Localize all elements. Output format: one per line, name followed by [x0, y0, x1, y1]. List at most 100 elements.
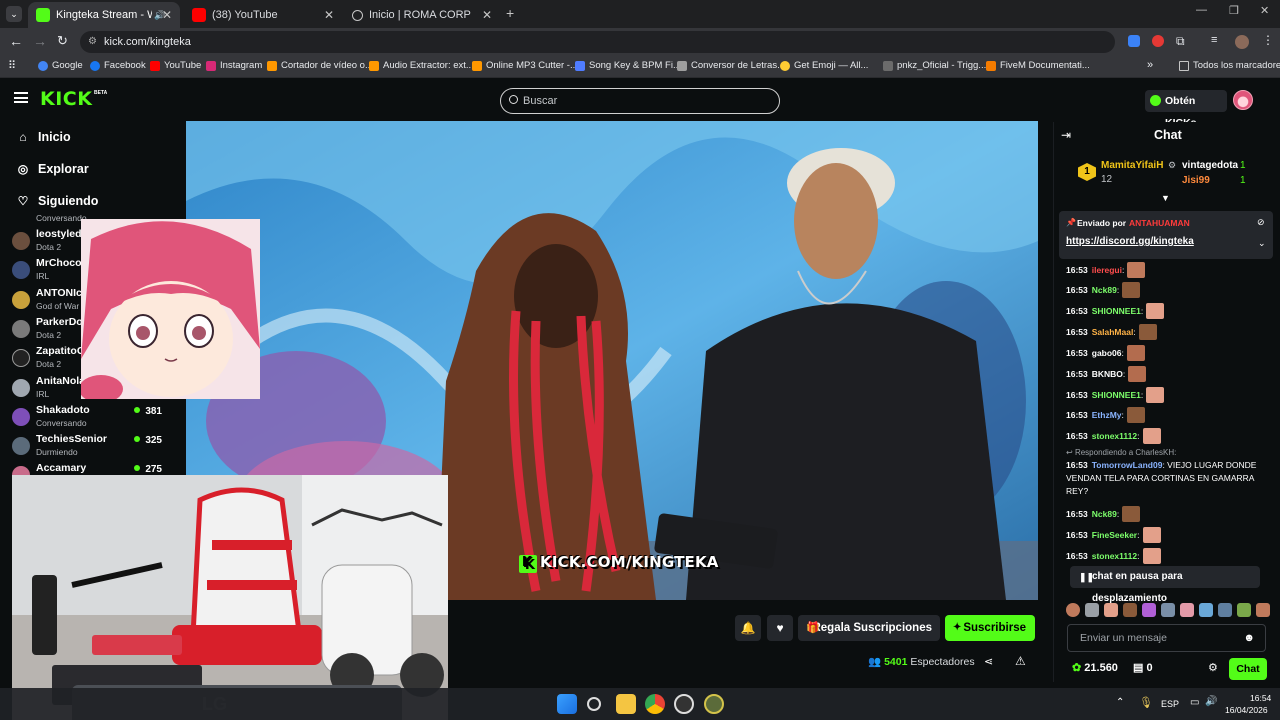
bookmark-fivem[interactable]: FiveM Documentati...	[986, 60, 1090, 71]
extension-icon[interactable]	[1152, 35, 1164, 47]
network-icon[interactable]: ▭	[1190, 697, 1199, 708]
report-icon[interactable]: ⚠	[1015, 654, 1026, 668]
all-bookmarks[interactable]: Todos los marcadores	[1179, 60, 1280, 71]
chat-username[interactable]: SHIONNEE1	[1092, 306, 1141, 316]
pinned-by-user[interactable]: ANTAHUAMAN	[1129, 218, 1190, 228]
get-kicks-button[interactable]: Obtén KICKs	[1145, 90, 1227, 129]
notification-bell-button[interactable]: 🔔	[735, 615, 761, 641]
user-avatar[interactable]	[1233, 90, 1253, 110]
back-icon[interactable]: ←	[9, 33, 23, 49]
follow-button[interactable]: ♥	[767, 615, 793, 641]
tab-roma-corp[interactable]: Inicio | ROMA CORP ✕	[344, 2, 500, 28]
leaderboard-third-name[interactable]: Jisi99	[1182, 175, 1210, 186]
chat-username[interactable]: SHIONNEE1	[1092, 390, 1141, 400]
chat-username[interactable]: EthzMy	[1092, 410, 1122, 420]
emote-icon[interactable]	[1066, 603, 1080, 617]
app-icon[interactable]	[704, 694, 724, 714]
apps-icon[interactable]: ⠿	[8, 59, 16, 72]
site-info-icon[interactable]: ⚙	[88, 31, 97, 53]
emote-icon[interactable]	[1085, 603, 1099, 617]
collapse-chat-icon[interactable]: ⇥	[1061, 128, 1071, 142]
tab-youtube[interactable]: (38) YouTube ✕	[184, 2, 342, 28]
file-explorer-icon[interactable]	[616, 694, 636, 714]
profile-avatar[interactable]	[1235, 35, 1249, 49]
close-window-button[interactable]: ✕	[1260, 4, 1269, 17]
chat-username[interactable]: ileregui	[1092, 265, 1122, 275]
chat-username[interactable]: TomorrowLand09	[1092, 460, 1163, 470]
language-indicator[interactable]: ESP	[1161, 699, 1179, 709]
nav-explore[interactable]: ◎ Explorar	[16, 162, 89, 176]
chat-username[interactable]: SalahMaal	[1092, 327, 1134, 337]
leaderboard-toggle-icon[interactable]: ▼	[1161, 193, 1170, 203]
emote-icon[interactable]	[1199, 603, 1213, 617]
menu-icon[interactable]: ⋮	[1262, 33, 1274, 47]
chrome-icon[interactable]	[645, 694, 665, 714]
windows-start-icon[interactable]	[557, 694, 577, 714]
chat-username[interactable]: FineSeeker	[1092, 530, 1137, 540]
chat-username[interactable]: stonex1112	[1092, 551, 1137, 561]
nav-home[interactable]: ⌂ Inicio	[16, 130, 70, 144]
channel-item[interactable]: Shakadoto Conversando 381	[12, 404, 162, 432]
chat-settings-icon[interactable]: ⚙	[1208, 661, 1218, 674]
obs-icon[interactable]	[674, 694, 694, 714]
emoji-picker-icon[interactable]: ☻	[1243, 625, 1255, 651]
bookmark-instagram[interactable]: Instagram	[206, 60, 262, 71]
puzzle-icon[interactable]: ⧉	[1176, 34, 1185, 49]
chat-paused-banner[interactable]: ❚❚ chat en pausa para desplazamiento	[1070, 566, 1260, 604]
bookmark-google[interactable]: Google	[38, 60, 83, 71]
bookmark-facebook[interactable]: Facebook	[90, 60, 146, 71]
reply-context[interactable]: ↩ Respondiendo a CharlesKH:	[1066, 446, 1270, 459]
pinned-link[interactable]: https://discord.gg/kingteka	[1066, 236, 1194, 247]
channel-item[interactable]: TechiesSenior Durmiendo 325	[12, 433, 162, 461]
subscribe-button[interactable]: ✦ Suscribirse	[945, 615, 1035, 641]
bookmark-song-key[interactable]: Song Key & BPM Fi...	[575, 60, 681, 71]
chat-send-button[interactable]: Chat	[1229, 658, 1267, 680]
close-tab-icon[interactable]: ✕	[324, 8, 334, 22]
tray-chevron-icon[interactable]: ⌃	[1116, 697, 1124, 708]
kicks-balance[interactable]: ✿ 21.560	[1072, 661, 1118, 674]
emote-icon[interactable]	[1256, 603, 1270, 617]
emote-icon[interactable]	[1142, 603, 1156, 617]
emote-icon[interactable]	[1180, 603, 1194, 617]
volume-icon[interactable]: 🔊	[1205, 696, 1217, 707]
hamburger-icon[interactable]	[14, 92, 28, 103]
tab-search-button[interactable]: ⌄	[6, 6, 22, 22]
minimize-button[interactable]: —	[1196, 4, 1207, 16]
bookmarks-more[interactable]: »	[1147, 59, 1153, 71]
hide-pin-icon[interactable]: ⊘	[1257, 217, 1265, 228]
bookmark-get-emoji[interactable]: Get Emoji — All...	[780, 60, 868, 71]
pinned-message[interactable]: 📌 Enviado por ANTAHUAMAN https://discord…	[1059, 211, 1273, 259]
taskbar-time[interactable]: 16:54	[1250, 693, 1271, 703]
chat-username[interactable]: Nck89	[1092, 285, 1117, 295]
search-icon[interactable]	[587, 697, 601, 711]
nav-following[interactable]: ♡ Siguiendo	[16, 194, 99, 208]
chat-username[interactable]: stonex1112	[1092, 431, 1137, 441]
chat-message-input[interactable]: Enviar un mensaje ☻	[1067, 624, 1266, 652]
kick-logo[interactable]: KICK	[40, 88, 92, 110]
search-input[interactable]: Buscar	[500, 88, 780, 114]
emote-icon[interactable]	[1237, 603, 1251, 617]
bookmark-mp3-cutter[interactable]: Online MP3 Cutter -...	[472, 60, 578, 71]
gift-subscriptions-button[interactable]: 🎁 Regala Suscripciones	[798, 615, 940, 641]
microphone-icon[interactable]: 🎙	[1139, 696, 1153, 709]
emote-icon[interactable]	[1161, 603, 1175, 617]
chat-username[interactable]: BKNBO	[1092, 369, 1123, 379]
media-icon[interactable]: ≡	[1211, 34, 1217, 46]
emote-icon[interactable]	[1218, 603, 1232, 617]
chat-username[interactable]: Nck89	[1092, 509, 1117, 519]
bookmark-cortador[interactable]: Cortador de vídeo o...	[267, 60, 373, 71]
tab-kingteka[interactable]: Kingteka Stream - Watch L 🔊 ✕	[28, 2, 180, 28]
maximize-button[interactable]: ❐	[1229, 4, 1239, 17]
extension-icon[interactable]	[1128, 35, 1140, 47]
chat-username[interactable]: gabo06	[1092, 348, 1122, 358]
close-tab-icon[interactable]: ✕	[482, 8, 492, 22]
expand-pin-icon[interactable]: ⌄	[1258, 238, 1266, 249]
emote-icon[interactable]	[1104, 603, 1118, 617]
forward-icon[interactable]: →	[33, 33, 47, 49]
bookmark-pnkz[interactable]: pnkz_Oficial - Trigg...	[883, 60, 986, 71]
gifts-count[interactable]: ▤ 0	[1133, 661, 1153, 674]
close-tab-icon[interactable]: ✕	[162, 8, 172, 22]
leaderboard-second-name[interactable]: vintagedota	[1182, 160, 1238, 171]
bookmark-audio-extractor[interactable]: Audio Extractor: ext...	[369, 60, 474, 71]
emote-icon[interactable]	[1123, 603, 1137, 617]
